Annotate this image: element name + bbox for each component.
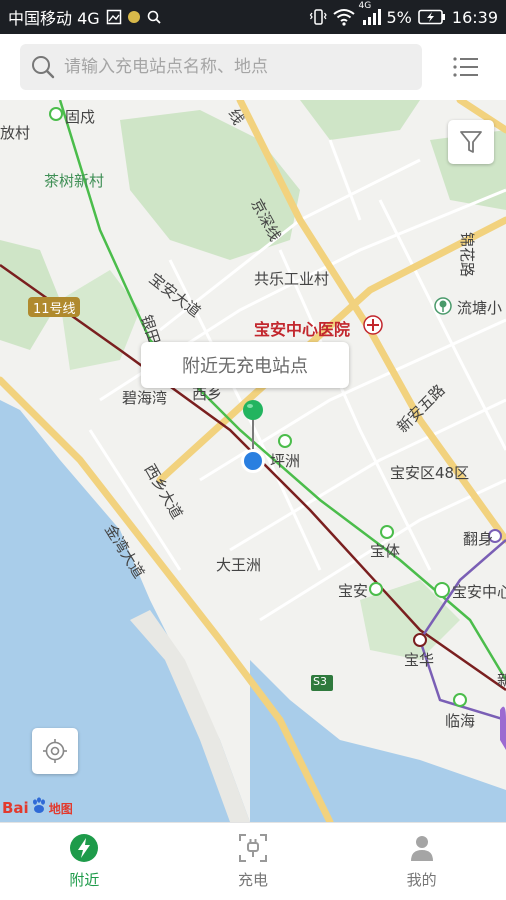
park-west [0,240,60,350]
baidu-paw-icon [30,797,48,819]
network-type-badge: 4G [358,1,372,11]
map-label: 新 [497,671,506,689]
locate-button[interactable] [32,728,78,774]
map-label: 放村 [0,124,31,142]
filter-icon [460,131,482,153]
hospital-label: 宝安中心医院 [254,320,351,339]
map-label: 锦花路 [458,232,476,278]
map-label: 临海 [445,712,476,730]
map-label: 宝体 [370,542,401,560]
battery-charging-icon [418,9,446,25]
hospital-cross-icon [363,315,383,335]
map-label: 宝安区48区 [390,464,470,482]
map-view[interactable]: 放村 固戍 茶树新村 线 京深线 锦花路 宝安大道 共乐工业村 流塘小 11号线… [0,100,506,822]
baidu-map-logo: Bai 地图 [2,797,73,819]
map-label: 茶树新村 [44,172,105,190]
search-box[interactable] [20,44,422,90]
park-tree-icon [434,297,452,315]
baidu-logo-text-right: 地图 [48,801,73,816]
filter-button[interactable] [448,120,494,164]
park-ne [300,100,420,140]
status-bar: 中国移动 4G 4G 5% 16:39 [0,0,506,34]
scan-plug-icon [239,834,267,862]
map-label: 大王洲 [216,556,262,574]
search-status-icon [146,9,162,25]
nav-label: 我的 [406,871,437,889]
user-icon [410,836,433,861]
nav-item-nearby[interactable]: 附近 [0,823,169,900]
current-location-icon [241,449,265,473]
map-label: 翻身 [463,530,494,548]
map-label: 流塘小 [457,299,503,317]
list-menu-button[interactable] [446,47,486,87]
wifi-icon [332,8,355,26]
map-label: 宝华 [404,651,435,669]
search-icon [30,54,56,80]
map-label: 宝安中心 [452,583,506,601]
battery-percent: 5% [386,7,412,27]
bottom-nav: 附近 充电 我的 [0,822,506,900]
status-right: 4G 5% 16:39 [309,1,498,27]
line-11-label: 11号线 [33,302,76,317]
nav-label: 充电 [238,871,269,889]
map-label: 固戍 [65,108,96,126]
clock-time: 16:39 [451,7,498,27]
no-station-popup: 附近无充电站点 [141,342,349,388]
map-label: 共乐工业村 [254,270,330,288]
s3-label: S3 [313,675,327,688]
signal-icon: 4G [359,1,381,26]
edge-marker [500,706,506,750]
map-label: 宝安 [338,582,369,600]
nav-item-mine[interactable]: 我的 [337,823,506,900]
notification-dot-icon [127,11,140,23]
baidu-logo-text-left: Bai [2,799,29,817]
map-label: 坪洲 [270,452,301,470]
carrier-text: 中国移动 4G [8,9,100,28]
search-input[interactable] [64,57,394,77]
popup-text: 附近无充电站点 [182,356,308,377]
vibrate-icon [309,8,327,26]
nav-label: 附近 [69,871,100,889]
map-label: 碧海湾 [122,389,168,407]
list-icon [453,57,478,77]
bolt-icon [70,834,99,862]
locate-icon [43,739,67,763]
image-icon [106,9,122,25]
status-left: 中国移动 4G [8,5,162,29]
top-bar [0,34,506,100]
nav-item-charge[interactable]: 充电 [169,823,338,900]
